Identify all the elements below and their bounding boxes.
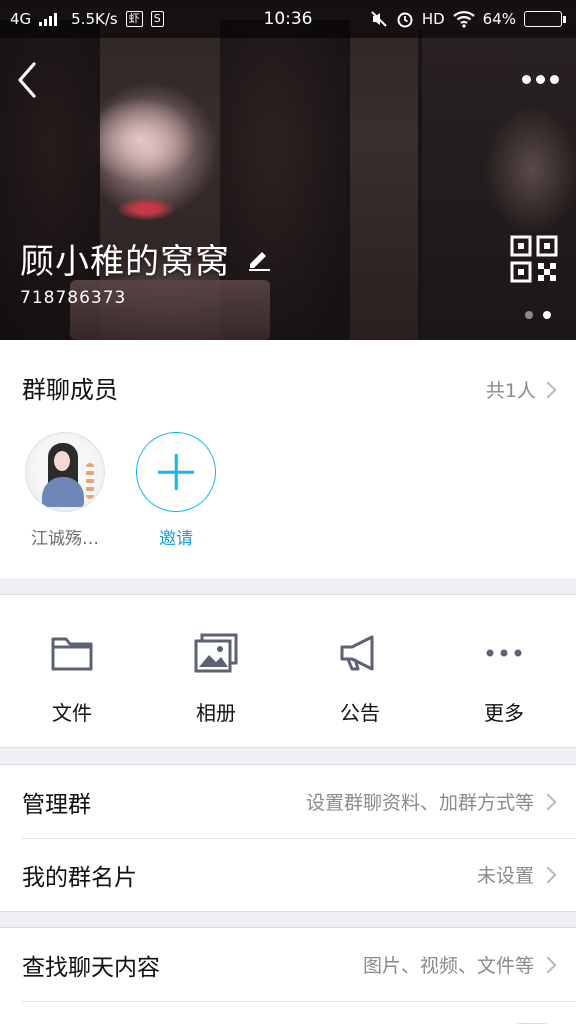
members-title: 群聊成员	[22, 376, 118, 404]
page-indicator	[525, 311, 551, 319]
row-label: 我的群名片	[22, 864, 137, 891]
chevron-right-icon	[539, 381, 557, 398]
member-item[interactable]: 江诚殇…	[10, 432, 120, 549]
tool-files[interactable]: 文件	[0, 595, 144, 747]
row-value: 图片、视频、文件等	[362, 955, 534, 977]
app-notification-badge: S	[150, 11, 164, 27]
settings-group: 管理群 设置群聊资料、加群方式等 我的群名片 未设置	[0, 764, 576, 912]
invite-member-button[interactable]: 邀请	[121, 432, 231, 549]
invite-label: 邀请	[159, 529, 193, 549]
avatar	[25, 432, 105, 512]
cover-decoration	[118, 198, 174, 220]
edit-pencil-icon[interactable]	[246, 246, 272, 272]
battery-icon	[524, 11, 566, 27]
alarm-icon	[397, 12, 413, 28]
members-section: 群聊成员 共1人 江诚殇… 邀请	[0, 340, 576, 578]
status-bar: 4G 5.5K/s 虾 S 10:36 HD 64%	[0, 0, 576, 38]
add-plus-icon	[136, 432, 216, 512]
network-speed: 5.5K/s	[71, 10, 118, 28]
toggle-row[interactable]	[0, 1001, 576, 1024]
page-dot	[525, 311, 533, 319]
members-count: 共1人	[485, 380, 536, 402]
app-notification-badge: 虾	[125, 11, 143, 27]
hd-indicator: HD	[421, 10, 445, 28]
row-label: 管理群	[22, 791, 91, 818]
chevron-right-icon	[539, 956, 557, 973]
group-number: 718786373	[20, 288, 127, 308]
tool-label: 更多	[484, 701, 524, 725]
folder-icon	[51, 637, 93, 671]
settings-group: 查找聊天内容 图片、视频、文件等	[0, 927, 576, 1024]
qr-code-icon[interactable]	[510, 235, 558, 283]
group-tools-grid: 文件 相册 公告 更多	[0, 594, 576, 748]
group-name-row[interactable]: 顾小稚的窝窝	[20, 234, 272, 283]
megaphone-icon	[340, 635, 374, 671]
more-options-icon[interactable]	[522, 72, 562, 86]
back-arrow-icon[interactable]	[14, 60, 40, 100]
chevron-right-icon	[539, 866, 557, 883]
signal-icon	[39, 12, 58, 26]
wifi-icon	[452, 11, 475, 28]
network-type: 4G	[10, 10, 32, 28]
chevron-right-icon	[539, 793, 557, 810]
page-dot-active	[543, 311, 551, 319]
tool-more[interactable]: 更多	[432, 595, 576, 747]
row-label: 查找聊天内容	[22, 954, 160, 981]
more-dots-icon	[486, 649, 522, 657]
members-count-link[interactable]: 共1人	[486, 376, 558, 403]
row-value: 设置群聊资料、加群方式等	[305, 792, 534, 814]
album-icon	[194, 633, 238, 673]
tool-label: 相册	[196, 701, 236, 725]
tool-label: 公告	[340, 701, 380, 725]
tool-label: 文件	[52, 701, 92, 725]
row-value: 未设置	[476, 865, 534, 887]
battery-percent: 64%	[482, 10, 516, 28]
tool-album[interactable]: 相册	[144, 595, 288, 747]
search-chat-row[interactable]: 查找聊天内容 图片、视频、文件等	[0, 928, 576, 1001]
group-name: 顾小稚的窝窝	[20, 242, 230, 282]
manage-group-row[interactable]: 管理群 设置群聊资料、加群方式等	[0, 765, 576, 838]
tool-announcement[interactable]: 公告	[288, 595, 432, 747]
mute-icon	[371, 11, 387, 27]
member-name: 江诚殇…	[31, 529, 99, 549]
my-group-card-row[interactable]: 我的群名片 未设置	[0, 838, 576, 911]
